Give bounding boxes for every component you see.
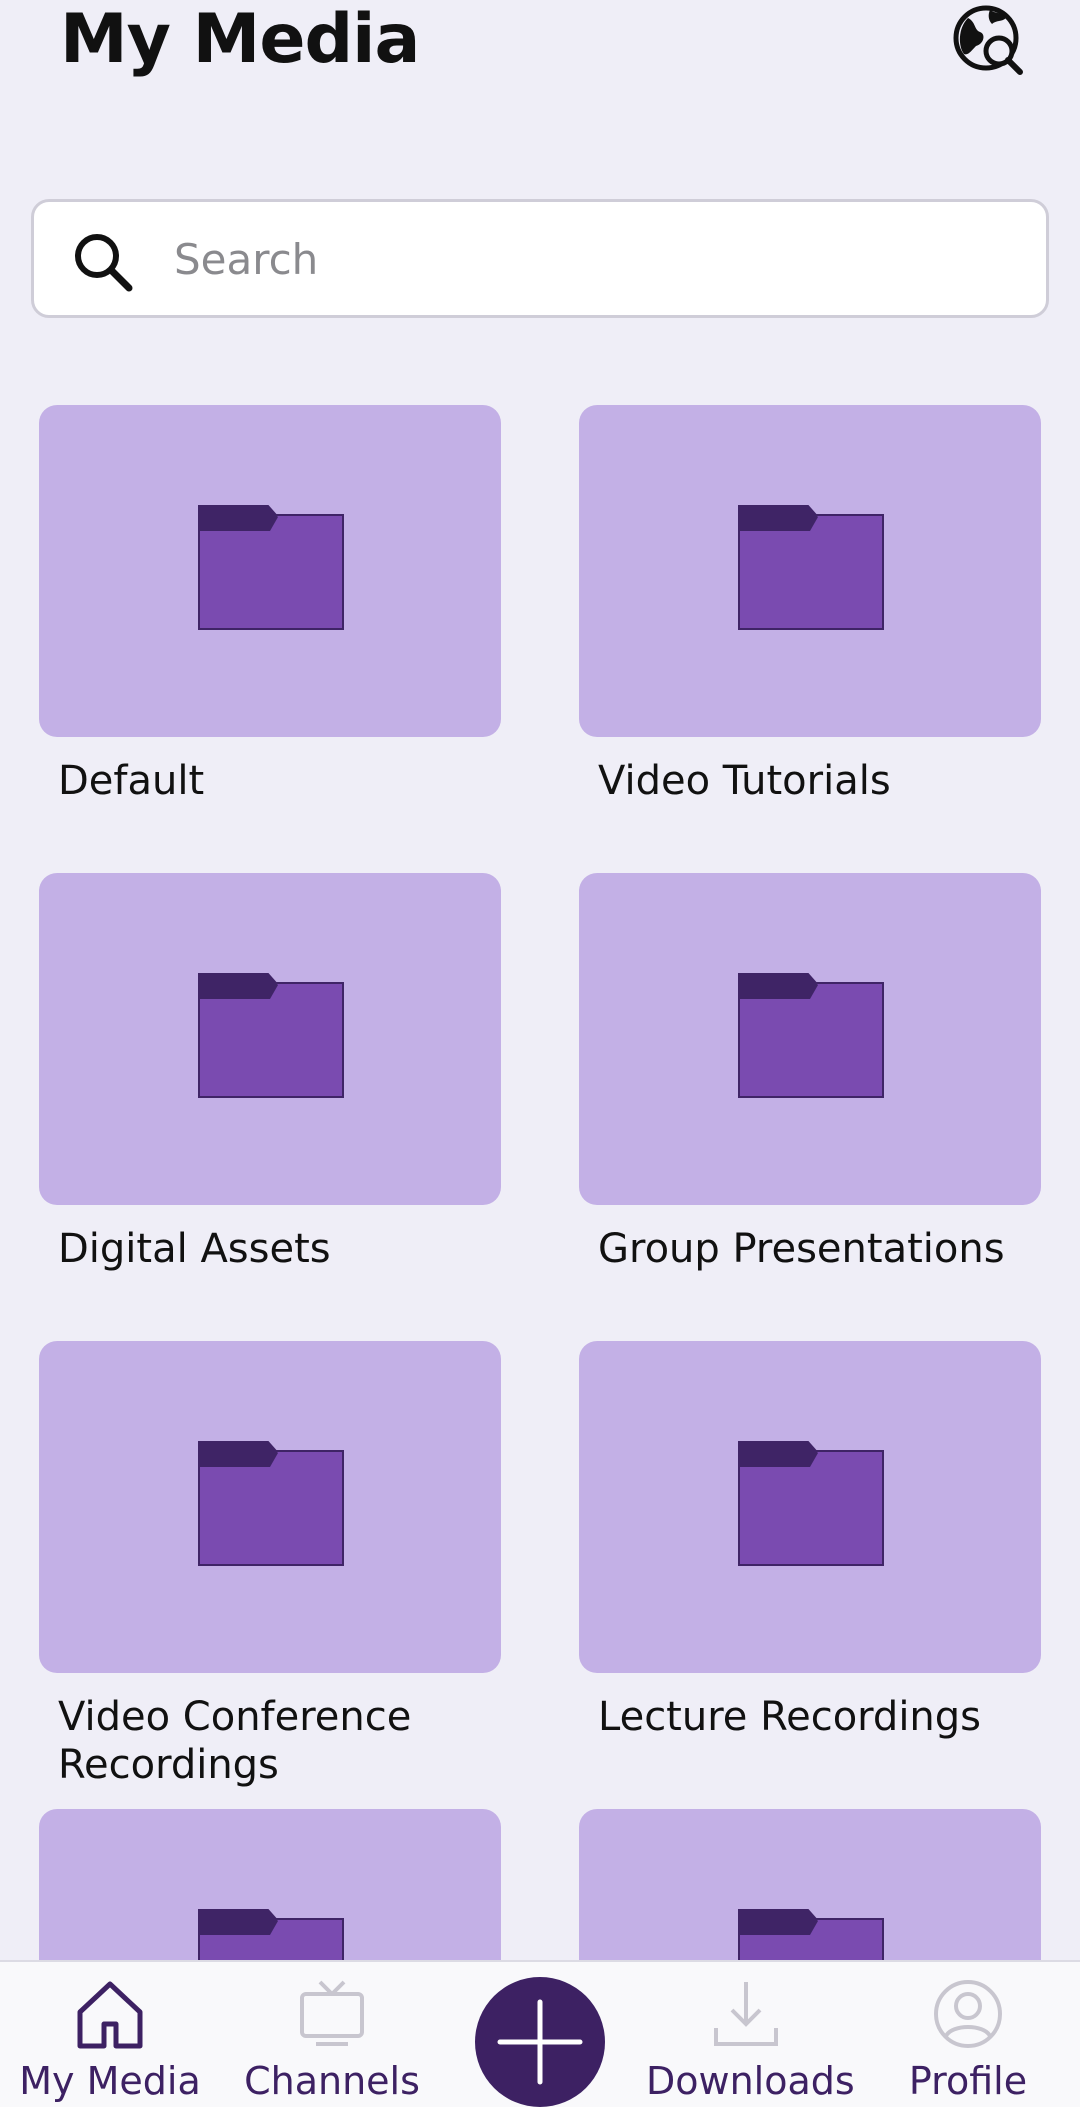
search-icon (75, 234, 133, 292)
folder-name: Group Presentations (598, 1226, 1005, 1272)
folder-thumbnail[interactable] (39, 405, 501, 737)
folder-card[interactable]: Lecture Recordings (579, 1341, 1041, 1741)
folder-card[interactable]: Video Conference Recordings (39, 1341, 501, 1789)
folder-name: Video Tutorials (598, 758, 891, 804)
folder-thumbnail[interactable] (39, 873, 501, 1205)
folder-grid: Default Video Tutorials Digital Assets G… (39, 405, 1041, 1960)
folder-thumbnail[interactable] (579, 1341, 1041, 1673)
folder-icon (738, 505, 884, 630)
folder-icon (738, 973, 884, 1098)
add-media-button[interactable] (475, 1977, 605, 2107)
tab-label: Profile (908, 2059, 1028, 2103)
folder-thumbnail[interactable] (579, 873, 1041, 1205)
folder-name: Default (58, 758, 205, 804)
globe-search-icon (953, 5, 1023, 75)
tab-label: Downloads (646, 2059, 855, 2103)
tab-downloads[interactable]: Downloads (646, 1962, 855, 2107)
page-title: My Media (60, 0, 420, 79)
folder-thumbnail[interactable] (579, 1809, 1041, 1960)
user-icon (934, 1980, 1002, 2048)
bottom-tab-bar: My Media Channels Downloads Profile (0, 1960, 1080, 2107)
folder-card[interactable]: Video Tutorials (579, 405, 1041, 805)
folder-icon (738, 1441, 884, 1566)
my-media-screen: My Media Default (0, 0, 1080, 2107)
home-icon (77, 1981, 143, 2049)
tab-label: Channels (244, 2059, 420, 2103)
folder-icon (198, 1909, 344, 1960)
plus-icon (497, 1999, 583, 2085)
folder-card[interactable] (579, 1809, 1041, 1960)
tv-icon (300, 1980, 364, 2046)
folder-name: Lecture Recordings (598, 1694, 982, 1740)
search-bar[interactable] (31, 199, 1049, 318)
tab-my-media[interactable]: My Media (10, 1962, 210, 2107)
folder-thumbnail[interactable] (39, 1809, 501, 1960)
folder-name: Video Conference Recordings (58, 1694, 412, 1788)
folder-thumbnail[interactable] (39, 1341, 501, 1673)
search-input[interactable] (174, 222, 1014, 296)
download-icon (714, 1982, 778, 2046)
tab-label: My Media (19, 2059, 201, 2103)
folder-card[interactable]: Default (39, 405, 501, 805)
folder-name: Digital Assets (58, 1226, 331, 1272)
folder-icon (198, 1441, 344, 1566)
folder-card[interactable] (39, 1809, 501, 1960)
tab-channels[interactable]: Channels (232, 1962, 432, 2107)
folder-icon (738, 1909, 884, 1960)
tab-profile[interactable]: Profile (868, 1962, 1068, 2107)
folder-card[interactable]: Digital Assets (39, 873, 501, 1273)
folder-icon (198, 973, 344, 1098)
globe-search-button[interactable] (950, 0, 1030, 80)
folder-thumbnail[interactable] (579, 405, 1041, 737)
folder-icon (198, 505, 344, 630)
folder-card[interactable]: Group Presentations (579, 873, 1041, 1273)
